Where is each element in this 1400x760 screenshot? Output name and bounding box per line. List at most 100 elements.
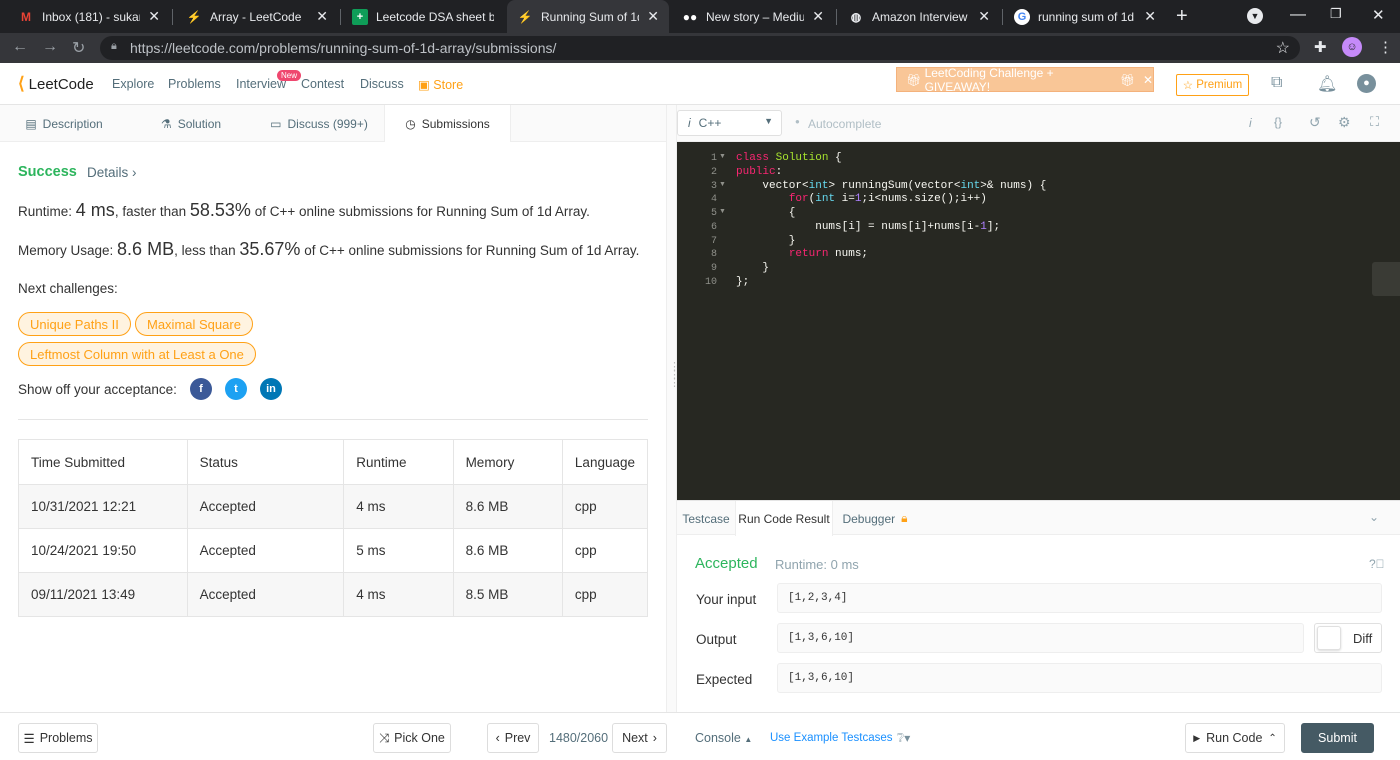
new-tab-icon[interactable]: + xyxy=(1176,5,1188,28)
settings-icon[interactable]: ⚙ xyxy=(1338,114,1351,131)
line-number: 2 xyxy=(710,167,717,178)
back-icon[interactable]: ← xyxy=(12,38,28,56)
code-token: 1 xyxy=(980,221,987,233)
line-number: 1 xyxy=(710,153,717,164)
tab-separator xyxy=(836,9,837,25)
scroll-marker[interactable] xyxy=(1372,262,1400,296)
table-row[interactable]: 10/24/2021 19:50 Accepted 5 ms 8.6 MB cp… xyxy=(18,528,649,573)
fold-arrow-icon[interactable]: ▼ xyxy=(719,208,726,215)
tab-title: Amazon Interview exp xyxy=(872,9,970,24)
forward-icon[interactable]: → xyxy=(42,38,58,56)
challenge-chip[interactable]: Maximal Square xyxy=(135,312,253,336)
lock-icon: 🔒︎ xyxy=(901,511,908,525)
more-options-icon[interactable]: ⋮ xyxy=(1378,38,1393,56)
browser-tab-amazon[interactable]: ◍ Amazon Interview exp ✕ xyxy=(838,0,1000,33)
table-row[interactable]: 09/11/2021 13:49 Accepted 4 ms 8.5 MB cp… xyxy=(18,572,649,617)
fold-arrow-icon[interactable]: ▼ xyxy=(719,153,726,160)
close-icon[interactable]: ✕ xyxy=(316,8,328,25)
help-dropdown-icon[interactable]: ❔︎▾ xyxy=(897,731,910,746)
restore-icon[interactable]: ❐ xyxy=(1330,6,1342,22)
collapse-chevron-icon[interactable]: ⌄ xyxy=(1369,510,1379,524)
language-value: C++ xyxy=(698,116,722,130)
use-example-testcases-link[interactable]: Use Example Testcases xyxy=(770,732,893,744)
close-icon[interactable]: ✕ xyxy=(1144,8,1156,25)
url-text: https://leetcode.com/problems/running-su… xyxy=(130,40,557,56)
facebook-icon[interactable]: f xyxy=(190,378,212,400)
fold-arrow-icon[interactable]: ▼ xyxy=(719,181,726,188)
info-icon[interactable]: i xyxy=(1249,116,1252,130)
leetcode-logo[interactable]: ⟨ LeetCode xyxy=(18,74,94,94)
banner-close-icon[interactable]: ✕ xyxy=(1143,73,1153,87)
details-link[interactable]: Details › xyxy=(87,165,137,180)
autocomplete-toggle[interactable]: Autocomplete xyxy=(808,117,881,131)
close-icon[interactable]: ✕ xyxy=(647,8,659,25)
problems-list-button[interactable]: ☰ Problems xyxy=(18,723,98,753)
premium-label: Premium xyxy=(1196,79,1243,91)
nav-contest[interactable]: Contest xyxy=(301,77,344,91)
nav-discuss[interactable]: Discuss xyxy=(360,77,404,91)
language-select[interactable]: i C++ ▼ xyxy=(677,110,782,136)
nav-store[interactable]: ▣ Store xyxy=(418,77,463,92)
tab-label: Solution xyxy=(177,116,222,131)
status-link[interactable]: Accepted xyxy=(186,572,345,617)
tab-submissions[interactable]: ◷ Submissions xyxy=(384,105,511,142)
submit-button[interactable]: Submit xyxy=(1301,723,1374,753)
status-link[interactable]: Accepted xyxy=(186,528,345,573)
browser-tab-gmail[interactable]: M Inbox (181) - sukanyat ✕ xyxy=(8,0,170,33)
user-avatar-icon[interactable]: ● xyxy=(1357,74,1376,93)
tab-solution[interactable]: ⚗ Solution xyxy=(128,105,254,142)
code-token: return xyxy=(788,248,829,260)
close-icon[interactable]: ✕ xyxy=(812,8,824,25)
flask-icon: ⚗ xyxy=(160,116,172,131)
bookmark-star-icon[interactable]: ☆ xyxy=(1276,38,1290,58)
close-icon[interactable]: ✕ xyxy=(148,8,160,25)
tab-discuss[interactable]: ▭ Discuss (999+) xyxy=(254,105,384,142)
twitter-icon[interactable]: t xyxy=(225,378,247,400)
code-editor[interactable]: class Solution { public: vector<int> run… xyxy=(728,142,1400,500)
braces-icon[interactable]: {} xyxy=(1274,115,1282,129)
prev-button[interactable]: ‹ Prev xyxy=(487,723,539,753)
reload-icon[interactable]: ↻ xyxy=(72,38,85,58)
time-cell: 10/31/2021 12:21 xyxy=(18,484,188,529)
challenge-chip[interactable]: Unique Paths II xyxy=(18,312,131,336)
status-link[interactable]: Accepted xyxy=(186,484,345,529)
nav-explore[interactable]: Explore xyxy=(112,77,154,91)
tab-search-icon[interactable]: ▼ xyxy=(1247,8,1263,24)
next-button[interactable]: Next › xyxy=(612,723,667,753)
run-code-button[interactable]: ▶ Run Code ⌃ xyxy=(1185,723,1285,753)
profile-avatar-icon[interactable]: ☺ xyxy=(1342,37,1362,57)
help-icon[interactable]: ?⃝ xyxy=(1369,557,1385,571)
console-toggle[interactable]: Console ▲ xyxy=(695,731,752,745)
reset-icon[interactable]: ↺ xyxy=(1309,114,1321,131)
browser-tab-medium[interactable]: ●● New story – Medium ✕ xyxy=(672,0,834,33)
premium-button[interactable]: ☆ Premium xyxy=(1176,74,1249,96)
tab-description[interactable]: ▤ Description xyxy=(0,105,128,142)
lock-icon: 🔒︎ xyxy=(111,40,117,52)
bell-icon[interactable]: 🔔︎ xyxy=(1317,74,1337,94)
runtime-cell: 5 ms xyxy=(343,528,454,573)
challenge-banner[interactable]: 🎁︎ LeetCoding Challenge + GIVEAWAY! 🎁︎ ✕ xyxy=(896,66,1154,94)
playground-icon[interactable]: ⧉ xyxy=(1271,74,1282,92)
leetcode-icon: ⚡ xyxy=(517,9,533,24)
close-icon[interactable]: ✕ xyxy=(978,8,990,25)
diff-toggle[interactable]: Diff xyxy=(1314,623,1382,653)
extensions-icon[interactable]: ✚ xyxy=(1314,38,1327,56)
fullscreen-icon[interactable]: ⛶ xyxy=(1370,114,1379,130)
tab-debugger[interactable]: Debugger 🔒︎ xyxy=(833,501,917,536)
pick-one-button[interactable]: ⤨ Pick One xyxy=(373,723,451,753)
tab-testcase[interactable]: Testcase xyxy=(677,501,735,536)
tab-run-code-result[interactable]: Run Code Result xyxy=(735,501,833,536)
address-bar[interactable]: 🔒︎ https://leetcode.com/problems/running… xyxy=(100,36,1300,60)
panel-splitter[interactable]: ⋮ ⋮ ⋮ xyxy=(666,105,680,712)
nav-problems[interactable]: Problems xyxy=(168,77,221,91)
table-row[interactable]: 10/31/2021 12:21 Accepted 4 ms 8.6 MB cp… xyxy=(18,484,649,529)
window-close-icon[interactable]: ✕ xyxy=(1372,6,1385,24)
minimize-icon[interactable]: — xyxy=(1290,6,1306,24)
linkedin-icon[interactable]: in xyxy=(260,378,282,400)
browser-tab-array[interactable]: ⚡ Array - LeetCode ✕ xyxy=(176,0,338,33)
challenge-chip[interactable]: Leftmost Column with at Least a One xyxy=(18,342,256,366)
browser-tab-google[interactable]: G running sum of 1d ar ✕ xyxy=(1004,0,1166,33)
tab-title: Running Sum of 1d Ar xyxy=(541,9,639,24)
browser-tab-sheets[interactable]: + Leetcode DSA sheet b xyxy=(342,0,504,33)
browser-tab-running-sum[interactable]: ⚡ Running Sum of 1d Ar ✕ xyxy=(507,0,669,33)
